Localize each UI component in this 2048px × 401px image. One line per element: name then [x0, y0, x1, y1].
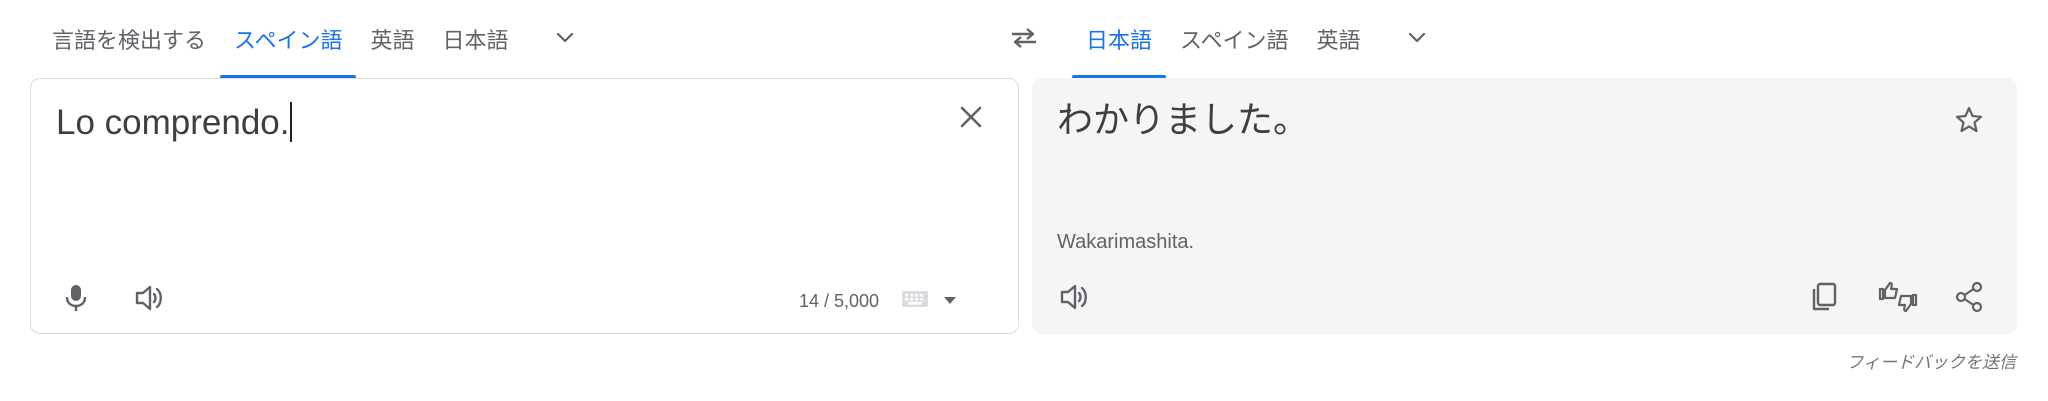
target-language-bar: 日本語 スペイン語 英語 [1072, 0, 1441, 80]
tab-target-japanese[interactable]: 日本語 [1072, 0, 1167, 78]
tab-target-english[interactable]: 英語 [1302, 0, 1374, 78]
swap-languages-button[interactable] [1000, 16, 1048, 64]
copy-translation-button[interactable] [1800, 273, 1848, 321]
translation-text: わかりました。 [1057, 99, 1310, 140]
tab-source-english[interactable]: 英語 [356, 0, 428, 78]
swap-arrows-icon [1008, 26, 1040, 55]
source-text-value: Lo comprendo. [56, 103, 290, 142]
tab-source-japanese[interactable]: 日本語 [429, 0, 523, 78]
source-panel: Lo comprendo. 14 / 5,000 [30, 78, 1019, 334]
save-translation-button[interactable] [1945, 96, 1993, 144]
speaker-icon [1059, 282, 1091, 312]
clear-source-button[interactable] [947, 93, 995, 141]
target-panel: わかりました。 Wakarimashita. [1032, 78, 2017, 334]
star-icon [1954, 105, 1984, 135]
tab-target-spanish[interactable]: スペイン語 [1166, 0, 1302, 78]
close-icon [958, 104, 984, 130]
copy-icon [1810, 282, 1838, 312]
speaker-icon [134, 283, 166, 313]
source-text-input[interactable]: Lo comprendo. [56, 101, 293, 145]
keyboard-icon [901, 289, 929, 314]
send-feedback-link[interactable]: フィードバックを送信 [1846, 348, 2016, 373]
listen-translation-button[interactable] [1051, 273, 1099, 321]
share-icon [1954, 281, 1984, 313]
microphone-icon [64, 283, 88, 313]
character-count: 14 / 5,000 [799, 291, 880, 311]
thumbs-up-down-icon [1878, 280, 1918, 314]
text-caret [290, 102, 293, 142]
more-source-languages-button[interactable] [541, 0, 589, 78]
tab-detect-language[interactable]: 言語を検出する [38, 0, 220, 78]
romanization-text: Wakarimashita. [1057, 231, 1195, 253]
listen-source-button[interactable] [126, 274, 174, 322]
source-language-bar: 言語を検出する スペイン語 英語 日本語 [38, 0, 589, 80]
share-translation-button[interactable] [1945, 273, 1993, 321]
rate-translation-button[interactable] [1874, 273, 1922, 321]
voice-input-button[interactable] [52, 274, 100, 322]
input-tools-button[interactable] [901, 283, 989, 319]
tab-source-spanish[interactable]: スペイン語 [220, 0, 357, 78]
chevron-down-icon [1405, 25, 1429, 54]
caret-down-icon [943, 292, 957, 310]
chevron-down-icon [553, 25, 577, 54]
more-target-languages-button[interactable] [1393, 0, 1441, 78]
